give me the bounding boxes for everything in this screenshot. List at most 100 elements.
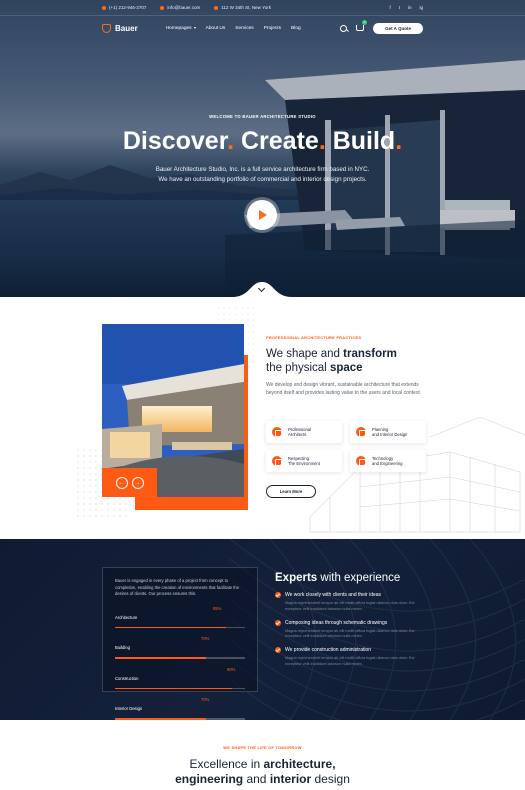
about-text-block: PROFESSIONAL ARCHITECTURE PRACTICES We s… xyxy=(266,335,426,398)
location-icon xyxy=(214,5,219,10)
phone-icon xyxy=(102,5,106,10)
feature-card-planning[interactable]: Planning and Interior Design xyxy=(350,421,426,443)
experts-item-title: We provide construction administration xyxy=(285,647,372,654)
about-title-part: We shape and xyxy=(266,348,344,360)
skill-bar: Construction 90% xyxy=(115,667,245,690)
nav-item-about[interactable]: About Us xyxy=(206,26,226,31)
email-info[interactable]: info@bauer.com xyxy=(160,5,200,10)
cart-icon[interactable]: 0 xyxy=(356,20,368,31)
feature-label: Respecting The Environment xyxy=(288,455,320,466)
email-text: info@bauer.com xyxy=(167,5,201,10)
skills-card: Bauer is engaged in every phase of a pro… xyxy=(102,567,258,720)
feature-label: Professional Architects xyxy=(288,426,312,437)
main-nav: Bauer Homepages About Us Services Projec… xyxy=(0,16,525,40)
email-icon xyxy=(160,5,165,10)
skill-bar: Architecture 85% xyxy=(115,606,245,629)
address-text: 112 W 34th St, New York xyxy=(221,5,271,10)
next-arrow-button[interactable]: → xyxy=(131,476,144,489)
skill-bar: Interior Design 70% xyxy=(115,697,245,720)
experts-section: Bauer is engaged in every phase of a pro… xyxy=(0,539,525,720)
experts-text-block: Experts with experience We work closely … xyxy=(275,571,435,668)
about-title-bold: transform xyxy=(343,348,397,360)
excellence-section: WE SHAPE THE LIFE OF TOMORROW Excellence… xyxy=(0,720,525,790)
nav-item-label: Homepages xyxy=(165,25,192,31)
about-title: We shape and transform the physical spac… xyxy=(266,347,426,375)
phone-text: (+1) 212-946-2707 xyxy=(109,5,147,10)
photo-slider-nav: ← → xyxy=(102,468,157,497)
top-info-bar: (+1) 212-946-2707 info@bauer.com 112 W 3… xyxy=(0,0,525,15)
prev-arrow-button[interactable]: ← xyxy=(115,476,128,489)
check-icon xyxy=(275,647,281,654)
about-section: ← → PROFESSIONAL ARCHITECTURE PRACTICES … xyxy=(0,297,525,539)
skill-name: Interior Design xyxy=(115,706,143,712)
excellence-title-part: Excellence in xyxy=(189,757,264,771)
excellence-title-part: design xyxy=(311,772,350,786)
skill-name: Architecture xyxy=(115,614,138,620)
skill-name: Construction xyxy=(115,675,139,681)
excellence-title-part: and xyxy=(243,772,270,786)
phone-info[interactable]: (+1) 212-946-2707 xyxy=(102,5,146,10)
feature-label: Planning and Interior Design xyxy=(372,426,408,437)
feature-card-environment[interactable]: Respecting The Environment xyxy=(266,450,342,472)
chevron-down-icon xyxy=(193,27,196,29)
excellence-title-bold: interior xyxy=(269,772,312,786)
hero-kicker: WELCOME TO BAUER ARCHITECTURE STUDIO xyxy=(209,114,316,119)
features-grid: Professional Architects Planning and Int… xyxy=(266,421,426,472)
skill-value: 70% xyxy=(201,636,210,642)
experts-title-part: with experience xyxy=(317,572,401,584)
hero-subtitle-line-2: We have an outstanding portfolio of comm… xyxy=(158,176,367,183)
experts-list-item: We provide construction administration M… xyxy=(275,647,435,668)
experts-list-item: Composing ideas through schematic drawin… xyxy=(275,619,435,641)
instagram-icon[interactable]: ig xyxy=(419,5,423,10)
experts-title: Experts with experience xyxy=(275,571,435,585)
nav-item-homepages[interactable]: Homepages xyxy=(166,26,196,31)
linkedin-icon[interactable]: in xyxy=(408,5,412,10)
feature-card-architects[interactable]: Professional Architects xyxy=(266,421,342,443)
experts-item-title: Composing ideas through schematic drawin… xyxy=(285,619,388,626)
skill-track xyxy=(115,687,245,690)
get-quote-button[interactable]: Get A Quote xyxy=(373,22,423,34)
skills-intro-text: Bauer is engaged in every phase of a pro… xyxy=(115,578,240,597)
experts-item-title: We work closely with clients and their i… xyxy=(285,592,382,598)
address-info: 112 W 34th St, New York xyxy=(214,5,271,10)
experts-item-text: Magna reprehenderit tempor ab elit molli… xyxy=(285,656,415,666)
cart-count-badge: 0 xyxy=(362,20,368,25)
skill-fill xyxy=(115,657,206,659)
technology-icon xyxy=(356,456,366,466)
about-title-bold: space xyxy=(329,362,363,374)
skill-value: 90% xyxy=(227,666,236,672)
experts-title-bold: Experts xyxy=(275,572,318,584)
skill-fill xyxy=(115,687,232,690)
headline-word-2: Create xyxy=(240,127,319,155)
brand-logo[interactable]: Bauer xyxy=(102,23,138,33)
nav-item-projects[interactable]: Projects xyxy=(264,26,281,31)
excellence-title-bold: engineering xyxy=(175,772,244,786)
twitter-icon[interactable]: t xyxy=(399,5,400,10)
skill-bar: Building 70% xyxy=(115,636,245,659)
skill-name: Building xyxy=(115,645,130,651)
nav-item-blog[interactable]: Blog xyxy=(291,26,301,31)
excellence-kicker: WE SHAPE THE LIFE OF TOMORROW xyxy=(223,745,302,750)
hero-subtitle: Bauer Architecture Studio, Inc. is a ful… xyxy=(0,165,525,185)
skill-fill xyxy=(115,626,226,629)
facebook-icon[interactable]: f xyxy=(389,5,390,10)
feature-card-technology[interactable]: Technology and Engineering xyxy=(350,450,426,472)
hero-content: WELCOME TO BAUER ARCHITECTURE STUDIO Dis… xyxy=(0,114,525,185)
search-icon[interactable] xyxy=(340,24,348,32)
nav-menu: Homepages About Us Services Projects Blo… xyxy=(166,26,301,31)
play-video-button[interactable] xyxy=(247,200,277,230)
feature-label: Technology and Engineering xyxy=(372,455,403,466)
brand-name: Bauer xyxy=(115,23,138,33)
excellence-title: Excellence in architecture, engineering … xyxy=(0,757,525,787)
skill-value: 70% xyxy=(201,697,210,703)
nav-item-services[interactable]: Services xyxy=(235,26,253,31)
social-links: f t in ig xyxy=(389,5,423,10)
about-description: We develop and design vibrant, sustainab… xyxy=(266,382,422,396)
hero-section: (+1) 212-946-2707 info@bauer.com 112 W 3… xyxy=(0,0,525,297)
skill-track xyxy=(115,626,245,629)
experts-item-text: Magna reprehenderit tempor ab elit molli… xyxy=(285,628,415,639)
headline-word-3: Build xyxy=(332,127,396,155)
nav-actions: 0 Get A Quote xyxy=(340,20,423,34)
learn-more-button[interactable]: Learn More xyxy=(266,485,316,498)
about-title-part: the physical xyxy=(266,362,330,374)
